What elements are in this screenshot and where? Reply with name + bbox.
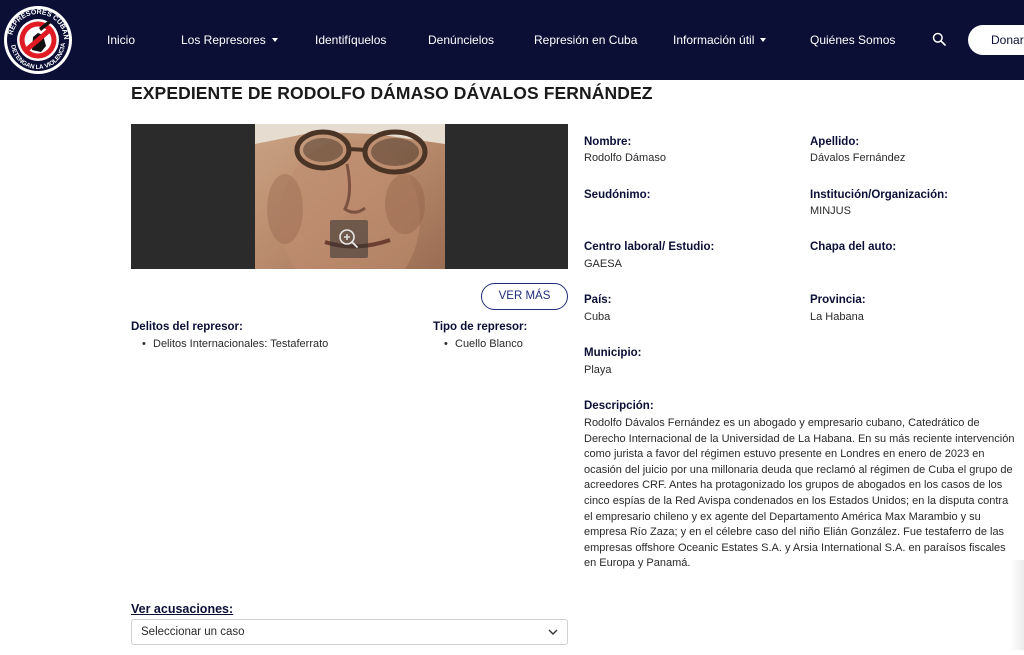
delito-item: Delitos Internacionales: Testaferrato: [142, 338, 328, 350]
ver-mas-button[interactable]: VER MÁS: [481, 283, 568, 310]
nav-inicio-label: Inicio: [107, 33, 136, 47]
nav-represion-en-cuba[interactable]: Represión en Cuba: [534, 32, 637, 48]
donate-label: Donar: [991, 33, 1024, 47]
case-select[interactable]: Seleccionar un caso: [131, 619, 568, 645]
nav-identifiquelos-label: Identifíquelos: [315, 33, 387, 47]
descripcion-label: Descripción:: [584, 400, 654, 412]
zoom-button[interactable]: [330, 220, 368, 258]
ver-acusaciones-label: Ver acusaciones:: [131, 602, 234, 616]
zoom-in-icon: [339, 229, 358, 248]
institucion-value: MINJUS: [810, 205, 851, 217]
municipio-value: Playa: [584, 364, 612, 376]
caret-down-icon: [271, 37, 278, 42]
pais-value: Cuba: [584, 311, 611, 323]
nav-informacion-util[interactable]: Información útil: [673, 32, 767, 48]
apellido-value: Dávalos Fernández: [810, 152, 906, 164]
provincia-value: La Habana: [810, 311, 864, 323]
site-logo[interactable]: REPRESORES CUBANOS DETENGAN LA VIOLENCIA: [2, 4, 74, 76]
repressor-photo[interactable]: [131, 124, 568, 269]
municipio-label: Municipio:: [584, 347, 642, 359]
institucion-label: Institución/Organización:: [810, 189, 949, 201]
centro-laboral-label: Centro laboral/ Estudio:: [584, 241, 715, 253]
nav-inicio[interactable]: Inicio: [107, 32, 135, 48]
nav-denuncielos[interactable]: Denúncielos: [428, 32, 494, 48]
provincia-label: Provincia:: [810, 294, 866, 306]
donate-button[interactable]: Donar: [968, 25, 1024, 55]
centro-laboral-value: GAESA: [584, 258, 622, 270]
nombre-label: Nombre:: [584, 136, 632, 148]
seudonimo-label: Seudónimo:: [584, 189, 651, 201]
nombre-value: Rodolfo Dámaso: [584, 152, 666, 164]
tipo-represor-label: Tipo de represor:: [433, 321, 528, 333]
nav-informacion-label: Información útil: [673, 33, 755, 47]
chevron-down-icon: [548, 629, 558, 635]
nav-los-represores-label: Los Represores: [181, 33, 266, 47]
pais-label: País:: [584, 294, 612, 306]
descripcion-text: Rodolfo Dávalos Fernández es un abogado …: [584, 417, 1015, 570]
nav-quienes-somos-label: Quiénes Somos: [810, 33, 896, 47]
nav-denuncielos-label: Denúncielos: [428, 33, 495, 47]
case-select-value: Seleccionar un caso: [141, 626, 245, 638]
top-navbar: REPRESORES CUBANOS DETENGAN LA VIOLENCIA…: [0, 0, 1024, 80]
scroll-edge-shadow: [1010, 560, 1024, 650]
ver-mas-label: VER MÁS: [498, 290, 551, 302]
caret-down-icon: [760, 37, 767, 42]
search-icon[interactable]: [932, 32, 946, 46]
apellido-label: Apellido:: [810, 136, 860, 148]
chapa-label: Chapa del auto:: [810, 241, 897, 253]
page-title: EXPEDIENTE DE RODOLFO DÁMASO DÁVALOS FER…: [131, 83, 653, 103]
nav-quienes-somos[interactable]: Quiénes Somos: [810, 32, 895, 48]
delitos-label: Delitos del represor:: [131, 321, 243, 333]
tipo-item: Cuello Blanco: [444, 338, 523, 350]
nav-identifiquelos[interactable]: Identifíquelos: [315, 32, 386, 48]
nav-los-represores[interactable]: Los Represores: [181, 32, 278, 48]
nav-represion-label: Represión en Cuba: [534, 33, 638, 47]
